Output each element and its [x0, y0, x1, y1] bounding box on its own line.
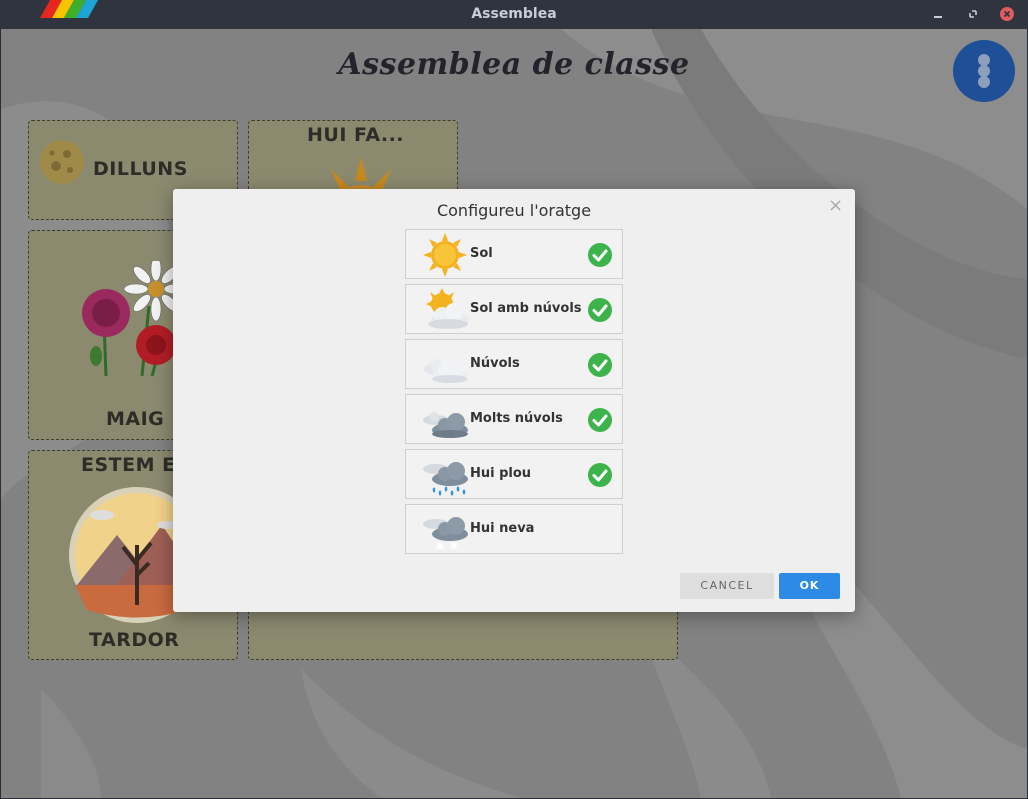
- window-titlebar: Assemblea: [0, 0, 1028, 29]
- rain-icon: [423, 462, 468, 496]
- dialog-title: Configureu l'oratge: [436, 201, 592, 220]
- weather-option-sol-amb-nuvols[interactable]: Sol amb núvols: [405, 284, 623, 334]
- option-label: Sol amb núvols: [470, 301, 582, 316]
- check-icon[interactable]: [587, 462, 613, 488]
- weather-option-hui-plou[interactable]: Hui plou: [405, 449, 623, 499]
- close-icon[interactable]: [1000, 7, 1014, 21]
- ok-button[interactable]: OK: [779, 573, 840, 599]
- check-icon[interactable]: [587, 407, 613, 433]
- cancel-button[interactable]: CANCEL: [680, 573, 774, 599]
- dark-clouds-icon: [423, 412, 468, 438]
- weather-option-sol[interactable]: Sol: [405, 229, 623, 279]
- close-icon[interactable]: ×: [828, 197, 843, 215]
- option-label: Hui neva: [470, 521, 535, 536]
- sun-cloud-icon: [426, 288, 469, 329]
- sun-icon: [423, 233, 467, 277]
- weather-option-hui-neva[interactable]: Hui neva: [405, 504, 623, 554]
- option-label: Hui plou: [470, 466, 532, 481]
- check-icon[interactable]: [587, 352, 613, 378]
- weather-option-nuvols[interactable]: Núvols: [405, 339, 623, 389]
- maximize-icon[interactable]: [966, 7, 980, 21]
- window-title: Assemblea: [471, 6, 557, 22]
- clouds-icon: [424, 359, 468, 383]
- check-icon[interactable]: [587, 242, 613, 268]
- weather-config-dialog: Configureu l'oratge × Sol Sol amb núvols…: [173, 189, 855, 612]
- minimize-icon[interactable]: [931, 7, 945, 21]
- snow-icon: [423, 517, 468, 550]
- weather-option-molts-nuvols[interactable]: Molts núvols: [405, 394, 623, 444]
- option-label: Núvols: [470, 356, 520, 371]
- option-label: Sol: [470, 246, 493, 261]
- option-label: Molts núvols: [470, 411, 563, 426]
- check-icon[interactable]: [587, 297, 613, 323]
